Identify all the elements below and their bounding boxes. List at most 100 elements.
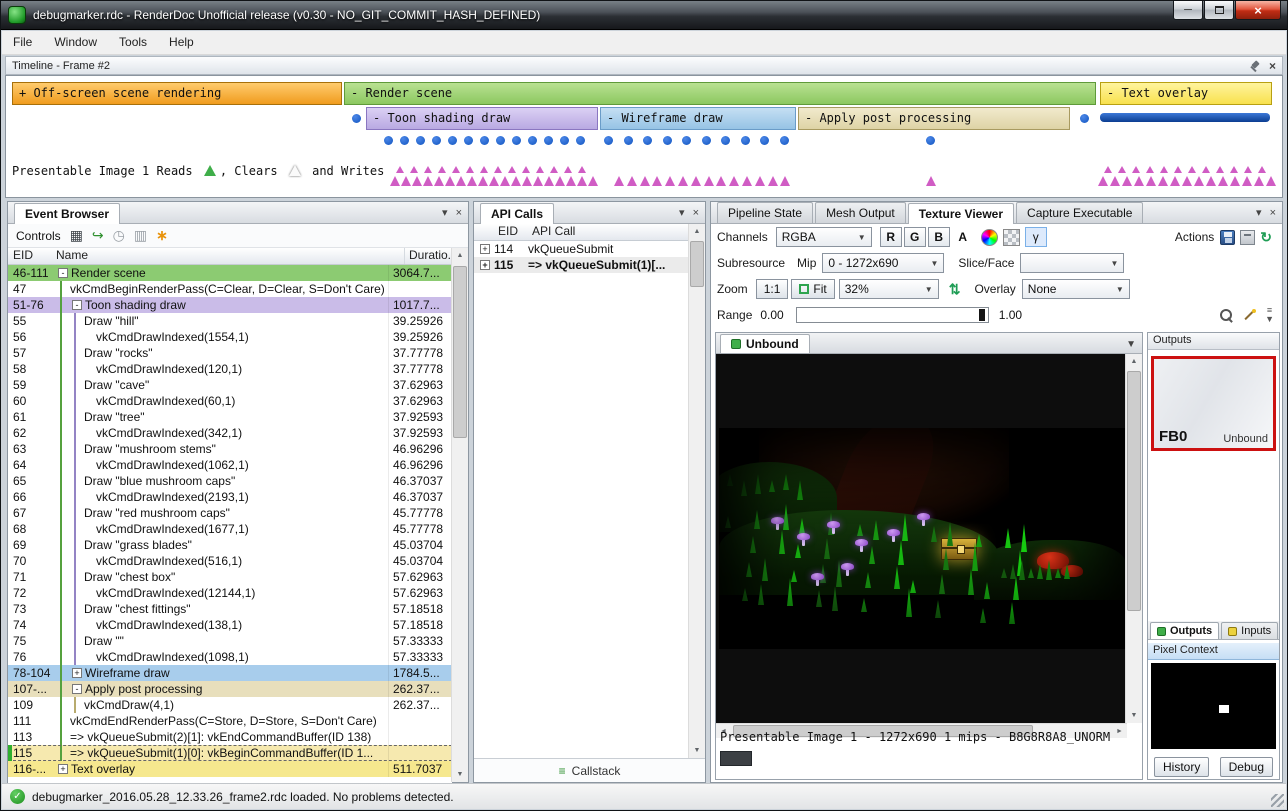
tab-pipeline-state[interactable]: Pipeline State — [717, 202, 813, 223]
image-write-triangle[interactable] — [1146, 166, 1154, 173]
tab-inputs[interactable]: Inputs — [1221, 622, 1278, 639]
event-row[interactable]: 107-...-Apply post processing262.37... — [8, 681, 452, 697]
scroll-down-icon[interactable]: ▼ — [689, 743, 705, 758]
image-write-triangle[interactable] — [704, 176, 714, 186]
scroll-up-icon[interactable]: ▲ — [689, 224, 705, 239]
event-row[interactable]: 113=> vkQueueSubmit(2)[1]: vkEndCommandB… — [8, 729, 452, 745]
column-name[interactable]: Name — [56, 248, 404, 264]
event-row[interactable]: 76vkCmdDrawIndexed(1098,1)57.33333 — [8, 649, 452, 665]
draw-call-dot[interactable] — [760, 136, 769, 145]
goto-event-icon[interactable]: ↪ — [92, 227, 104, 244]
event-row[interactable]: 57Draw "rocks"37.77778 — [8, 345, 452, 361]
image-write-triangle[interactable] — [1122, 176, 1132, 186]
api-call-row[interactable]: +114vkQueueSubmit — [474, 241, 688, 257]
event-row[interactable]: 75Draw ""57.33333 — [8, 633, 452, 649]
scrollbar-thumb[interactable] — [690, 241, 704, 287]
draw-call-dot[interactable] — [1080, 114, 1089, 123]
event-row[interactable]: 51-76-Toon shading draw1017.7... — [8, 297, 452, 313]
pin-icon[interactable] — [1249, 60, 1261, 72]
image-write-triangle[interactable] — [550, 166, 558, 173]
image-write-triangle[interactable] — [614, 176, 624, 186]
event-row[interactable]: 47vkCmdBeginRenderPass(C=Clear, D=Clear,… — [8, 281, 452, 297]
image-write-triangle[interactable] — [1194, 176, 1204, 186]
texture-viewport[interactable] — [716, 354, 1129, 723]
draw-call-dot[interactable] — [926, 136, 935, 145]
zoom-range-icon[interactable] — [1219, 308, 1234, 323]
event-row[interactable]: 59Draw "cave"37.62963 — [8, 377, 452, 393]
slice-face-select[interactable]: ▼ — [1020, 253, 1124, 273]
image-write-triangle[interactable] — [716, 176, 726, 186]
image-write-triangle[interactable] — [544, 176, 554, 186]
image-write-triangle[interactable] — [1218, 176, 1228, 186]
image-write-triangle[interactable] — [410, 166, 418, 173]
event-row[interactable]: 69Draw "grass blades"45.03704 — [8, 537, 452, 553]
image-write-triangle[interactable] — [742, 176, 752, 186]
image-write-triangle[interactable] — [768, 176, 778, 186]
image-write-triangle[interactable] — [1160, 166, 1168, 173]
timeline-marker-render-scene[interactable]: - Render scene — [344, 82, 1096, 105]
tab-unbound-texture[interactable]: Unbound — [720, 334, 810, 353]
close-button[interactable]: × — [1235, 1, 1281, 20]
menu-file[interactable]: File — [2, 31, 43, 54]
timeline-marker-wireframe[interactable]: - Wireframe draw — [600, 107, 796, 130]
overlay-select[interactable]: None▼ — [1022, 279, 1130, 299]
image-write-triangle[interactable] — [522, 166, 530, 173]
image-write-triangle[interactable] — [401, 176, 411, 186]
draw-call-dot[interactable] — [682, 136, 691, 145]
image-write-triangle[interactable] — [577, 176, 587, 186]
history-button[interactable]: History — [1154, 757, 1209, 777]
event-row[interactable]: 55Draw "hill"39.25926 — [8, 313, 452, 329]
image-write-triangle[interactable] — [536, 166, 544, 173]
draw-call-dot[interactable] — [352, 114, 361, 123]
image-write-triangle[interactable] — [480, 166, 488, 173]
event-browser-scrollbar[interactable]: ▲ ▼ — [451, 248, 468, 782]
panel-close-icon[interactable]: × — [1270, 207, 1276, 219]
image-write-triangle[interactable] — [1158, 176, 1168, 186]
image-write-triangle[interactable] — [640, 176, 650, 186]
draw-call-dot[interactable] — [624, 136, 633, 145]
image-write-triangle[interactable] — [1230, 166, 1238, 173]
maximize-button[interactable] — [1204, 1, 1234, 20]
menu-tools[interactable]: Tools — [108, 31, 158, 54]
image-write-triangle[interactable] — [494, 166, 502, 173]
draw-call-dot[interactable] — [384, 136, 393, 145]
image-write-triangle[interactable] — [1118, 166, 1126, 173]
timeline-close-icon[interactable]: × — [1269, 59, 1276, 73]
image-write-triangle[interactable] — [456, 176, 466, 186]
event-row[interactable]: 109vkCmdDraw(4,1)262.37... — [8, 697, 452, 713]
draw-call-dot[interactable] — [448, 136, 457, 145]
timeline-marker-offscreen[interactable]: + Off-screen scene rendering — [12, 82, 342, 105]
image-write-triangle[interactable] — [1230, 176, 1240, 186]
image-write-triangle[interactable] — [755, 176, 765, 186]
expand-icon[interactable]: + — [58, 764, 68, 774]
image-write-triangle[interactable] — [564, 166, 572, 173]
color-wheel-icon[interactable] — [981, 229, 998, 246]
range-max-value[interactable]: 1.00 — [999, 308, 1022, 322]
event-row[interactable]: 58vkCmdDrawIndexed(120,1)37.77778 — [8, 361, 452, 377]
alpha-channel-button[interactable]: A — [952, 227, 974, 247]
texture-vscrollbar[interactable]: ▲ ▼ — [1125, 354, 1142, 723]
range-min-value[interactable]: 0.00 — [760, 308, 783, 322]
timeline-marker-text-overlay[interactable]: - Text overlay — [1100, 82, 1272, 105]
image-write-triangle[interactable] — [396, 166, 404, 173]
image-write-triangle[interactable] — [1174, 166, 1182, 173]
image-write-triangle[interactable] — [1182, 176, 1192, 186]
expand-icon[interactable]: + — [480, 260, 490, 270]
draw-call-dot[interactable] — [663, 136, 672, 145]
image-write-triangle[interactable] — [522, 176, 532, 186]
column-eid[interactable]: EID — [474, 224, 532, 240]
draw-call-dot[interactable] — [702, 136, 711, 145]
image-write-triangle[interactable] — [780, 176, 790, 186]
collapse-icon[interactable]: - — [72, 684, 82, 694]
event-row[interactable]: 71Draw "chest box"57.62963 — [8, 569, 452, 585]
image-write-triangle[interactable] — [1104, 166, 1112, 173]
image-write-triangle[interactable] — [1242, 176, 1252, 186]
image-write-triangle[interactable] — [1146, 176, 1156, 186]
panel-close-icon[interactable]: × — [456, 207, 462, 219]
image-write-triangle[interactable] — [511, 176, 521, 186]
event-row[interactable]: 64vkCmdDrawIndexed(1062,1)46.96296 — [8, 457, 452, 473]
image-write-triangle[interactable] — [390, 176, 400, 186]
event-row[interactable]: 56vkCmdDrawIndexed(1554,1)39.25926 — [8, 329, 452, 345]
mip-select[interactable]: 0 - 1272x690▼ — [822, 253, 944, 273]
image-write-triangle[interactable] — [1110, 176, 1120, 186]
